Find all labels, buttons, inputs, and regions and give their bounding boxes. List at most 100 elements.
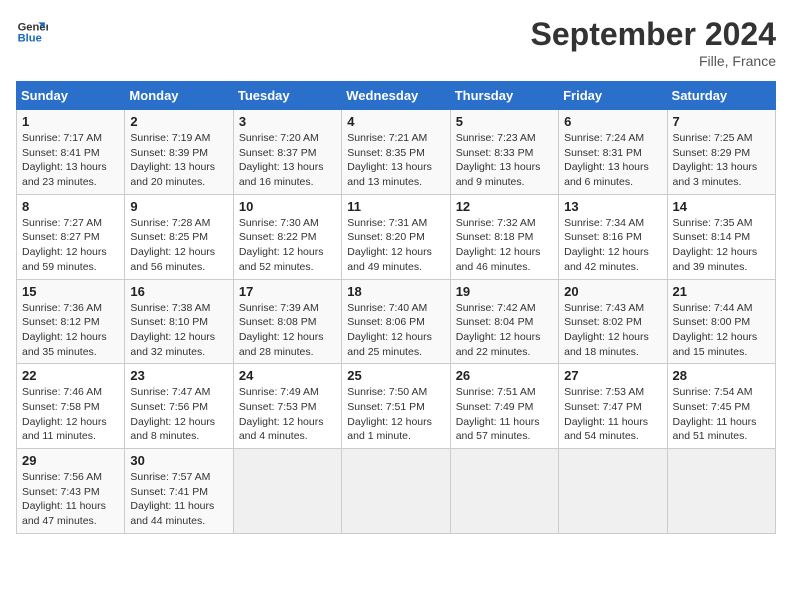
day-detail: Sunrise: 7:20 AM Sunset: 8:37 PM Dayligh… bbox=[239, 131, 336, 190]
logo: General Blue bbox=[16, 16, 48, 48]
day-number: 15 bbox=[22, 284, 119, 299]
day-detail: Sunrise: 7:32 AM Sunset: 8:18 PM Dayligh… bbox=[456, 216, 553, 275]
calendar-cell: 7 Sunrise: 7:25 AM Sunset: 8:29 PM Daylig… bbox=[667, 110, 775, 195]
day-detail: Sunrise: 7:44 AM Sunset: 8:00 PM Dayligh… bbox=[673, 301, 770, 360]
day-detail: Sunrise: 7:27 AM Sunset: 8:27 PM Dayligh… bbox=[22, 216, 119, 275]
calendar-cell: 22 Sunrise: 7:46 AM Sunset: 7:58 PM Dayli… bbox=[17, 364, 125, 449]
day-number: 4 bbox=[347, 114, 444, 129]
calendar-cell bbox=[559, 449, 667, 534]
calendar-cell: 16 Sunrise: 7:38 AM Sunset: 8:10 PM Dayli… bbox=[125, 279, 233, 364]
day-detail: Sunrise: 7:47 AM Sunset: 7:56 PM Dayligh… bbox=[130, 385, 227, 444]
calendar-cell: 26 Sunrise: 7:51 AM Sunset: 7:49 PM Dayli… bbox=[450, 364, 558, 449]
calendar-cell bbox=[342, 449, 450, 534]
day-number: 27 bbox=[564, 368, 661, 383]
day-detail: Sunrise: 7:36 AM Sunset: 8:12 PM Dayligh… bbox=[22, 301, 119, 360]
calendar-cell: 5Sunrise: 7:23 AM Sunset: 8:33 PM Daylig… bbox=[450, 110, 558, 195]
day-detail: Sunrise: 7:38 AM Sunset: 8:10 PM Dayligh… bbox=[130, 301, 227, 360]
day-number: 21 bbox=[673, 284, 770, 299]
calendar-cell: 11Sunrise: 7:31 AM Sunset: 8:20 PM Dayli… bbox=[342, 194, 450, 279]
day-number: 28 bbox=[673, 368, 770, 383]
day-number: 24 bbox=[239, 368, 336, 383]
calendar-cell: 10 Sunrise: 7:30 AM Sunset: 8:22 PM Dayli… bbox=[233, 194, 341, 279]
weekday-header: Monday bbox=[125, 82, 233, 110]
svg-text:Blue: Blue bbox=[18, 33, 42, 45]
day-number: 25 bbox=[347, 368, 444, 383]
day-number: 2 bbox=[130, 114, 227, 129]
day-detail: Sunrise: 7:21 AM Sunset: 8:35 PM Dayligh… bbox=[347, 131, 444, 190]
calendar-cell bbox=[667, 449, 775, 534]
calendar-cell: 9 Sunrise: 7:28 AM Sunset: 8:25 PM Daylig… bbox=[125, 194, 233, 279]
day-number: 7 bbox=[673, 114, 770, 129]
weekday-header: Friday bbox=[559, 82, 667, 110]
calendar-week-row: 1 Sunrise: 7:17 AM Sunset: 8:41 PM Daylig… bbox=[17, 110, 776, 195]
weekday-header: Thursday bbox=[450, 82, 558, 110]
day-number: 5 bbox=[456, 114, 553, 129]
day-detail: Sunrise: 7:39 AM Sunset: 8:08 PM Dayligh… bbox=[239, 301, 336, 360]
day-detail: Sunrise: 7:35 AM Sunset: 8:14 PM Dayligh… bbox=[673, 216, 770, 275]
calendar-cell bbox=[450, 449, 558, 534]
day-number: 29 bbox=[22, 453, 119, 468]
month-title: September 2024 bbox=[531, 16, 776, 53]
calendar-cell: 3 Sunrise: 7:20 AM Sunset: 8:37 PM Daylig… bbox=[233, 110, 341, 195]
calendar-cell: 2 Sunrise: 7:19 AM Sunset: 8:39 PM Daylig… bbox=[125, 110, 233, 195]
calendar-cell: 19Sunrise: 7:42 AM Sunset: 8:04 PM Dayli… bbox=[450, 279, 558, 364]
day-number: 18 bbox=[347, 284, 444, 299]
day-detail: Sunrise: 7:40 AM Sunset: 8:06 PM Dayligh… bbox=[347, 301, 444, 360]
calendar-cell: 17 Sunrise: 7:39 AM Sunset: 8:08 PM Dayli… bbox=[233, 279, 341, 364]
day-detail: Sunrise: 7:25 AM Sunset: 8:29 PM Dayligh… bbox=[673, 131, 770, 190]
calendar-table: SundayMondayTuesdayWednesdayThursdayFrid… bbox=[16, 81, 776, 534]
day-number: 10 bbox=[239, 199, 336, 214]
weekday-header: Wednesday bbox=[342, 82, 450, 110]
day-detail: Sunrise: 7:28 AM Sunset: 8:25 PM Dayligh… bbox=[130, 216, 227, 275]
day-number: 1 bbox=[22, 114, 119, 129]
day-detail: Sunrise: 7:34 AM Sunset: 8:16 PM Dayligh… bbox=[564, 216, 661, 275]
logo-icon: General Blue bbox=[16, 16, 48, 48]
calendar-cell: 21 Sunrise: 7:44 AM Sunset: 8:00 PM Dayli… bbox=[667, 279, 775, 364]
day-detail: Sunrise: 7:31 AM Sunset: 8:20 PM Dayligh… bbox=[347, 216, 444, 275]
weekday-header: Saturday bbox=[667, 82, 775, 110]
calendar-cell: 18 Sunrise: 7:40 AM Sunset: 8:06 PM Dayli… bbox=[342, 279, 450, 364]
day-detail: Sunrise: 7:54 AM Sunset: 7:45 PM Dayligh… bbox=[673, 385, 770, 444]
calendar-week-row: 22 Sunrise: 7:46 AM Sunset: 7:58 PM Dayli… bbox=[17, 364, 776, 449]
day-number: 14 bbox=[673, 199, 770, 214]
day-number: 6 bbox=[564, 114, 661, 129]
calendar-cell: 6 Sunrise: 7:24 AM Sunset: 8:31 PM Daylig… bbox=[559, 110, 667, 195]
day-number: 22 bbox=[22, 368, 119, 383]
day-number: 16 bbox=[130, 284, 227, 299]
day-detail: Sunrise: 7:30 AM Sunset: 8:22 PM Dayligh… bbox=[239, 216, 336, 275]
day-number: 8 bbox=[22, 199, 119, 214]
calendar-cell: 29Sunrise: 7:56 AM Sunset: 7:43 PM Dayli… bbox=[17, 449, 125, 534]
day-number: 26 bbox=[456, 368, 553, 383]
calendar-cell: 28 Sunrise: 7:54 AM Sunset: 7:45 PM Dayli… bbox=[667, 364, 775, 449]
calendar-cell: 25 Sunrise: 7:50 AM Sunset: 7:51 PM Dayli… bbox=[342, 364, 450, 449]
weekday-header-row: SundayMondayTuesdayWednesdayThursdayFrid… bbox=[17, 82, 776, 110]
day-number: 13 bbox=[564, 199, 661, 214]
calendar-cell: 30 Sunrise: 7:57 AM Sunset: 7:41 PM Dayli… bbox=[125, 449, 233, 534]
weekday-header: Sunday bbox=[17, 82, 125, 110]
day-detail: Sunrise: 7:17 AM Sunset: 8:41 PM Dayligh… bbox=[22, 131, 119, 190]
day-detail: Sunrise: 7:50 AM Sunset: 7:51 PM Dayligh… bbox=[347, 385, 444, 444]
weekday-header: Tuesday bbox=[233, 82, 341, 110]
day-detail: Sunrise: 7:53 AM Sunset: 7:47 PM Dayligh… bbox=[564, 385, 661, 444]
day-detail: Sunrise: 7:43 AM Sunset: 8:02 PM Dayligh… bbox=[564, 301, 661, 360]
day-detail: Sunrise: 7:24 AM Sunset: 8:31 PM Dayligh… bbox=[564, 131, 661, 190]
calendar-cell: 8 Sunrise: 7:27 AM Sunset: 8:27 PM Daylig… bbox=[17, 194, 125, 279]
calendar-week-row: 29Sunrise: 7:56 AM Sunset: 7:43 PM Dayli… bbox=[17, 449, 776, 534]
calendar-week-row: 8 Sunrise: 7:27 AM Sunset: 8:27 PM Daylig… bbox=[17, 194, 776, 279]
day-number: 30 bbox=[130, 453, 227, 468]
calendar-cell: 13 Sunrise: 7:34 AM Sunset: 8:16 PM Dayli… bbox=[559, 194, 667, 279]
page-header: General Blue September 2024 Fille, Franc… bbox=[16, 16, 776, 69]
day-number: 17 bbox=[239, 284, 336, 299]
day-detail: Sunrise: 7:51 AM Sunset: 7:49 PM Dayligh… bbox=[456, 385, 553, 444]
calendar-cell: 15 Sunrise: 7:36 AM Sunset: 8:12 PM Dayli… bbox=[17, 279, 125, 364]
day-detail: Sunrise: 7:42 AM Sunset: 8:04 PM Dayligh… bbox=[456, 301, 553, 360]
day-number: 23 bbox=[130, 368, 227, 383]
title-block: September 2024 Fille, France bbox=[531, 16, 776, 69]
day-number: 3 bbox=[239, 114, 336, 129]
calendar-cell: 27 Sunrise: 7:53 AM Sunset: 7:47 PM Dayli… bbox=[559, 364, 667, 449]
calendar-cell: 4 Sunrise: 7:21 AM Sunset: 8:35 PM Daylig… bbox=[342, 110, 450, 195]
day-detail: Sunrise: 7:19 AM Sunset: 8:39 PM Dayligh… bbox=[130, 131, 227, 190]
day-detail: Sunrise: 7:46 AM Sunset: 7:58 PM Dayligh… bbox=[22, 385, 119, 444]
day-number: 9 bbox=[130, 199, 227, 214]
day-detail: Sunrise: 7:57 AM Sunset: 7:41 PM Dayligh… bbox=[130, 470, 227, 529]
